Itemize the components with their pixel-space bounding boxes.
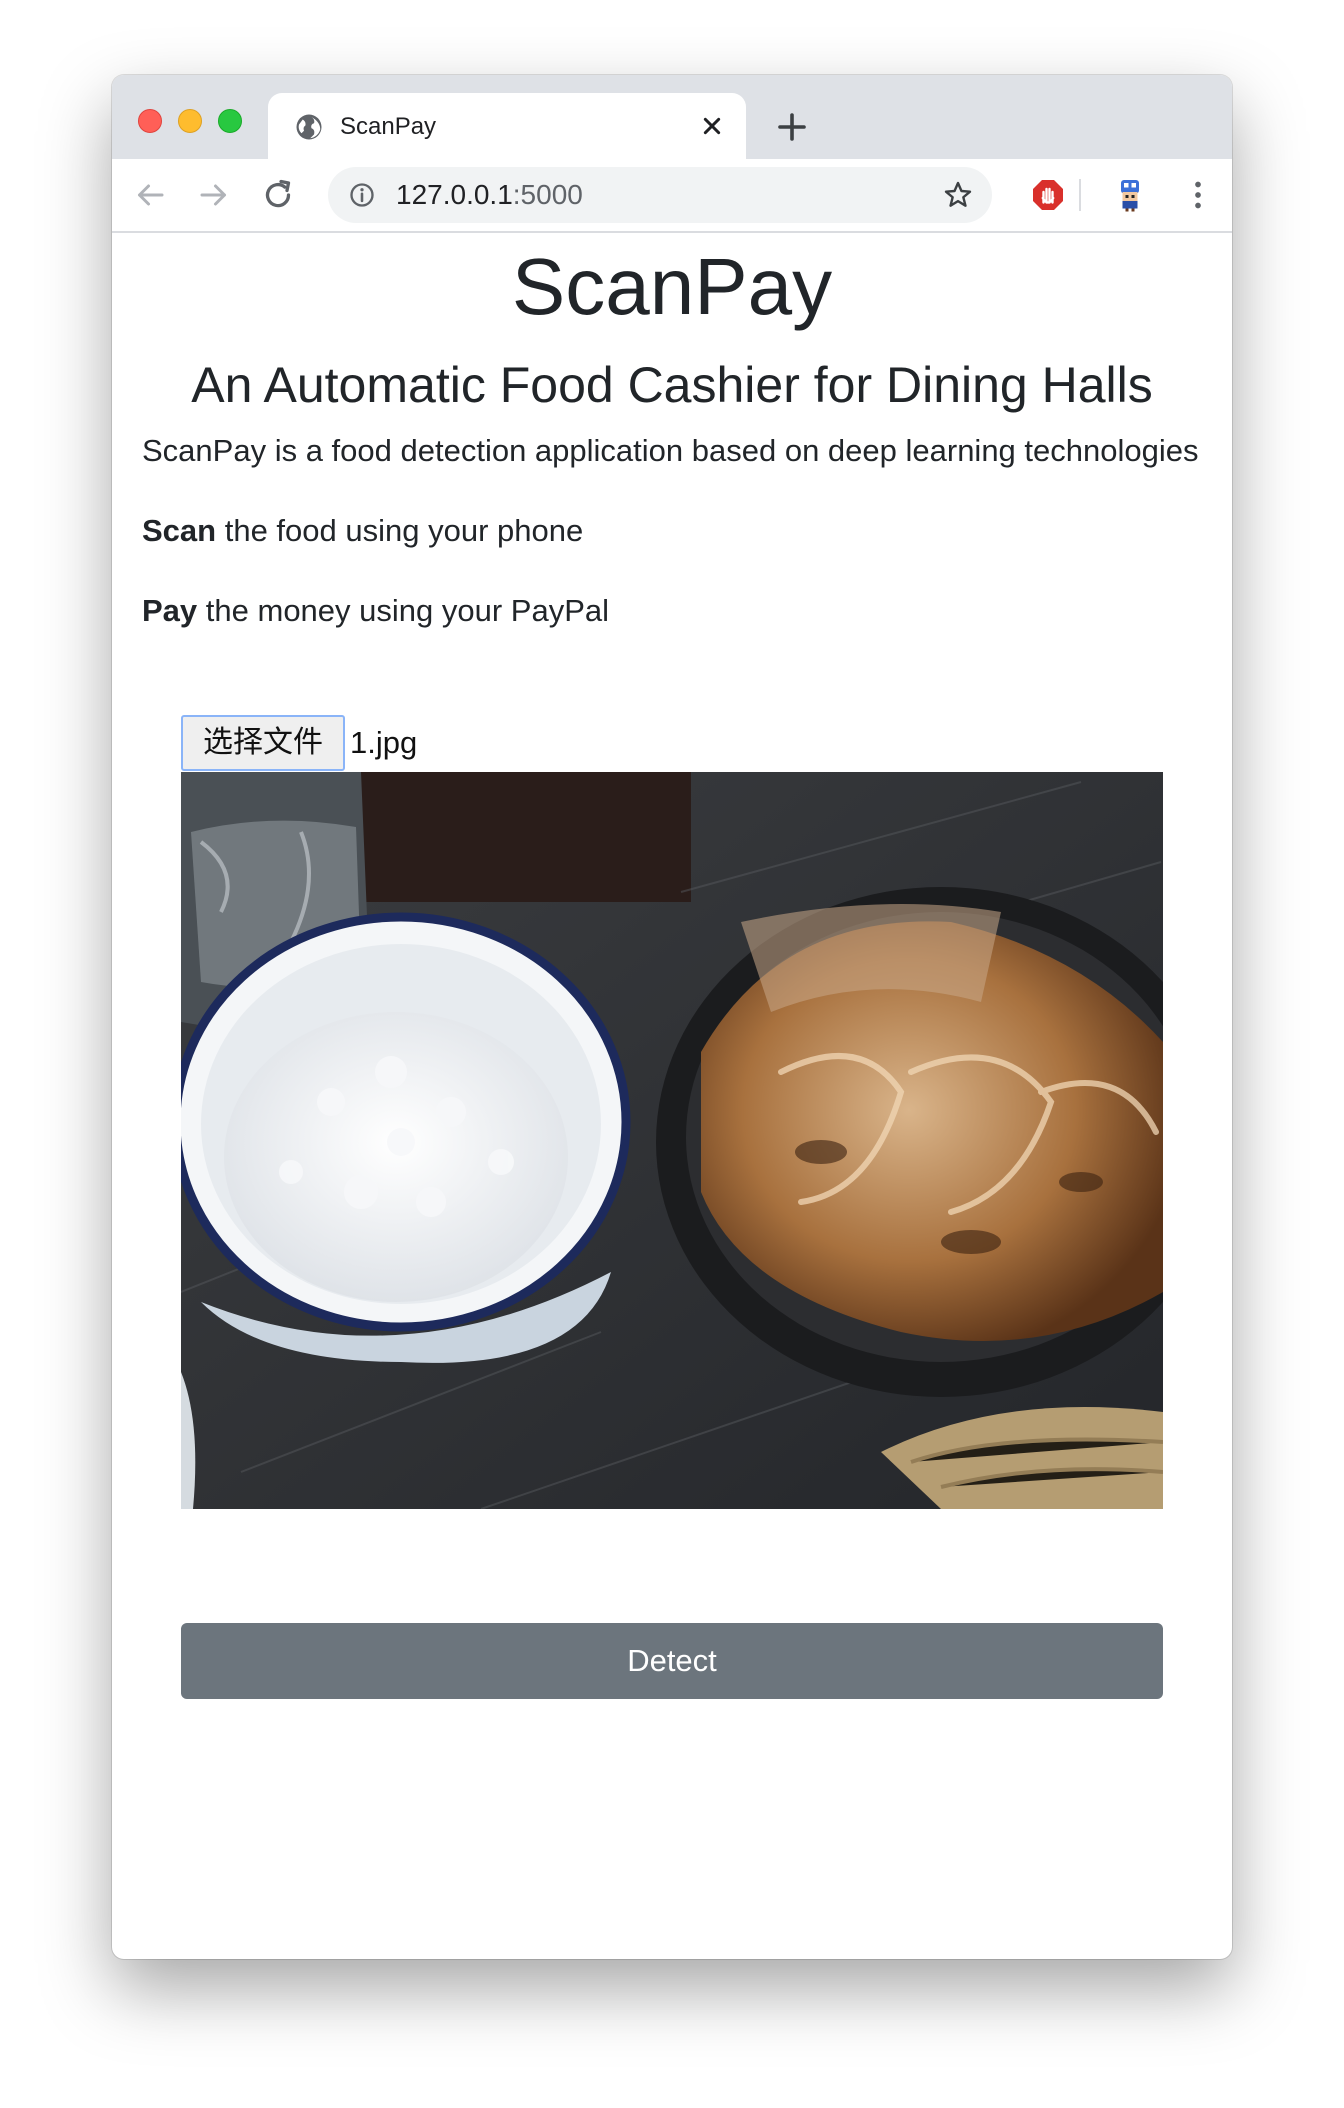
tab-scanpay[interactable]: ScanPay [268, 93, 746, 159]
profile-avatar-icon[interactable] [1112, 177, 1148, 213]
adblock-extension-icon[interactable] [1030, 177, 1066, 213]
close-window-button[interactable] [138, 109, 162, 133]
back-arrow-icon[interactable] [132, 177, 168, 213]
pay-instruction: Pay the money using your PayPal [142, 591, 609, 631]
url-text[interactable]: 127.0.0.1:5000 [396, 180, 583, 210]
scan-instruction-text: the food using your phone [216, 513, 584, 548]
page-content: ScanPay An Automatic Food Cashier for Di… [112, 233, 1232, 1959]
globe-icon [296, 114, 322, 140]
choose-file-button[interactable]: 选择文件 [181, 715, 345, 771]
scan-keyword: Scan [142, 513, 217, 548]
toolbar-divider [1079, 179, 1081, 211]
food-photo [181, 772, 1163, 1509]
pay-keyword: Pay [142, 593, 198, 628]
address-bar[interactable]: 127.0.0.1:5000 [328, 167, 992, 223]
new-tab-plus-icon[interactable] [774, 109, 810, 145]
page-title: ScanPay [511, 242, 833, 331]
maximize-window-button[interactable] [218, 109, 242, 133]
selected-file-name: 1.jpg [350, 725, 418, 760]
bookmark-star-icon[interactable] [942, 179, 974, 211]
detect-button[interactable]: Detect [181, 1623, 1163, 1699]
browser-toolbar: 127.0.0.1:5000 [112, 159, 1232, 233]
pay-instruction-text: the money using your PayPal [197, 593, 610, 628]
forward-arrow-icon[interactable] [196, 177, 232, 213]
minimize-window-button[interactable] [178, 109, 202, 133]
tab-title: ScanPay [340, 113, 437, 140]
uploaded-food-image [181, 772, 1163, 1509]
info-icon[interactable] [348, 181, 376, 209]
url-host: 127.0.0.1 [396, 179, 513, 210]
reload-icon[interactable] [260, 177, 296, 213]
browser-window: ScanPay 127.0.0.1:5000 ScanPay An Automa… [112, 75, 1232, 1959]
tab-strip: ScanPay [112, 75, 1232, 159]
url-port: :5000 [512, 179, 583, 210]
menu-kebab-icon[interactable] [1180, 177, 1216, 213]
page-subtitle: An Automatic Food Cashier for Dining Hal… [191, 357, 1153, 413]
tab-close-icon[interactable] [696, 110, 728, 142]
app-description: ScanPay is a food detection application … [142, 433, 1199, 468]
scan-instruction: Scan the food using your phone [142, 511, 583, 551]
